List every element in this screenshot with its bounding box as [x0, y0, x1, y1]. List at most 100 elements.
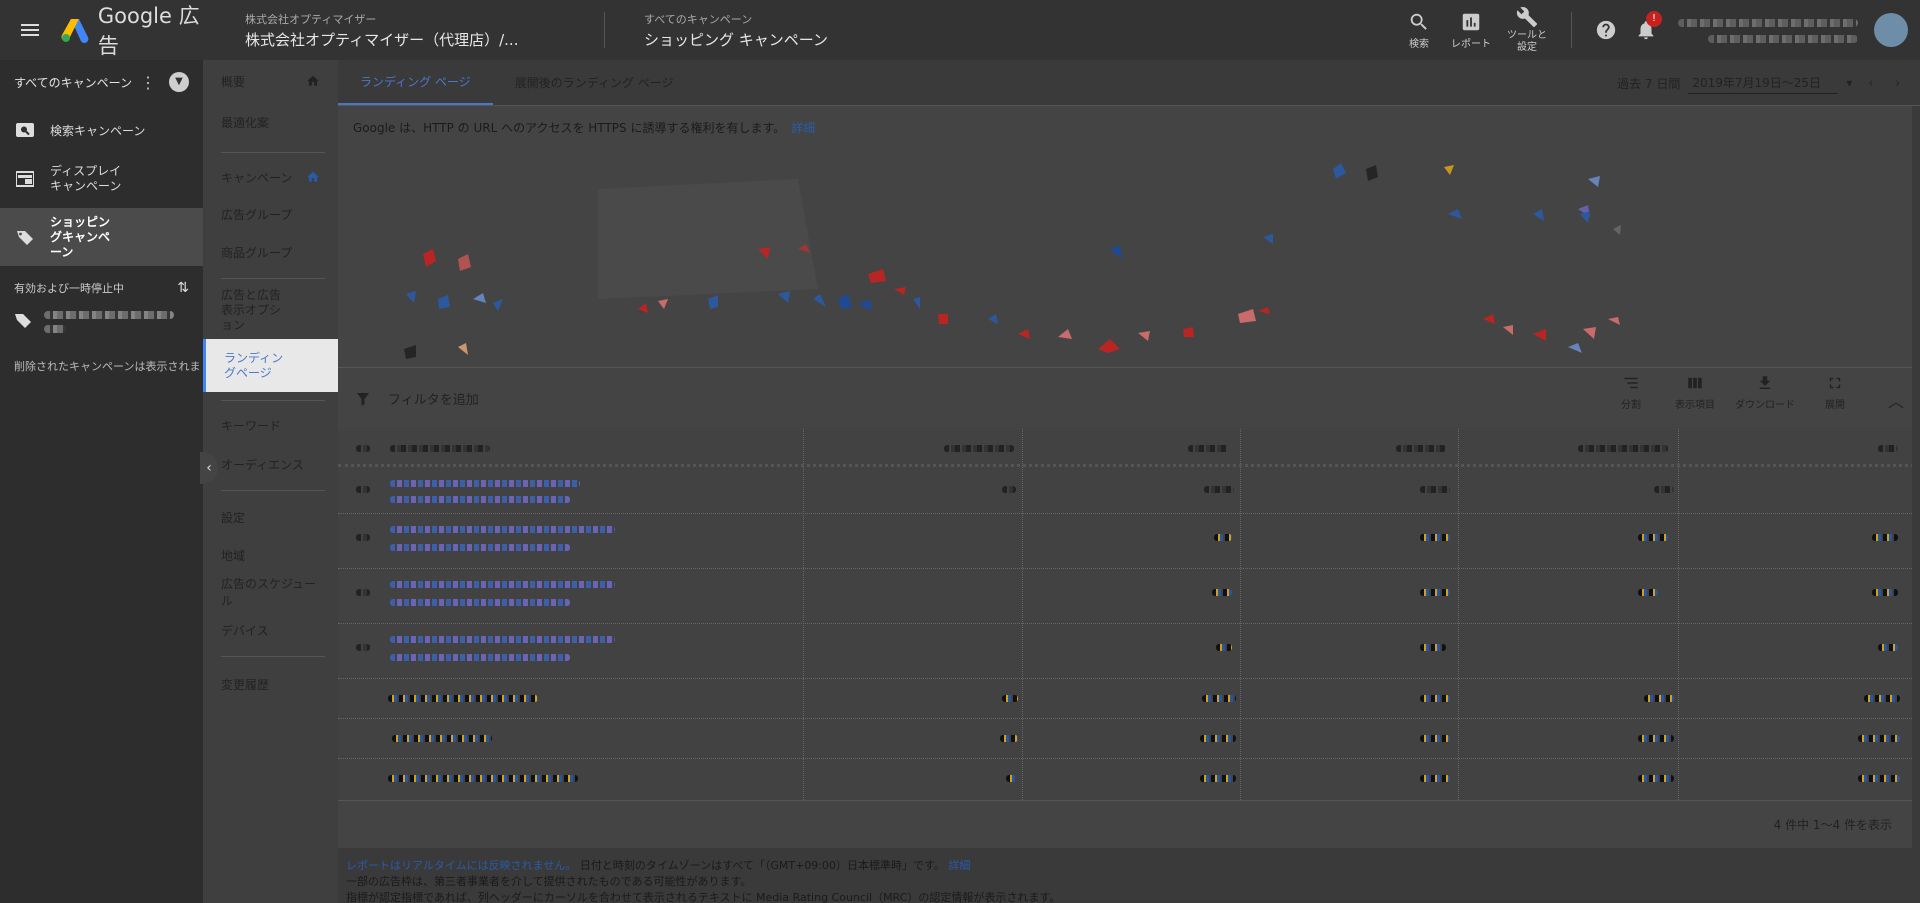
- columns-button[interactable]: 表示項目: [1670, 374, 1720, 411]
- report-button[interactable]: レポート: [1445, 11, 1497, 50]
- tab-expanded-landing-pages[interactable]: 展開後のランディング ページ: [493, 59, 696, 105]
- segment-button[interactable]: 分割: [1606, 374, 1656, 411]
- menu-audiences-label: オーディエンス: [221, 457, 304, 472]
- filter-button[interactable]: [338, 390, 388, 408]
- account-breadcrumb[interactable]: 株式会社オプティマイザー 株式会社オプティマイザー（代理店）/...: [220, 11, 590, 50]
- product-name: Google 広告: [97, 4, 200, 58]
- account-name: 株式会社オプティマイザー（代理店）/...: [245, 30, 519, 49]
- nav-search-campaigns[interactable]: 検索キャンペーン: [0, 110, 203, 150]
- help-icon: [1596, 20, 1616, 40]
- active-paused-section: 有効および一時停止中 ⇅: [0, 266, 203, 302]
- next-period-icon[interactable]: ›: [1895, 76, 1900, 90]
- help-button[interactable]: [1586, 19, 1626, 41]
- landing-page-url-blurred: [390, 496, 570, 503]
- more-options-icon[interactable]: ⋮: [140, 73, 156, 92]
- collapse-chart-icon[interactable]: ︿: [1888, 388, 1904, 412]
- table-row[interactable]: [338, 470, 1920, 514]
- menu-recommendations[interactable]: 最適化案: [203, 102, 338, 142]
- columns-icon: [1688, 377, 1702, 389]
- chevron-down-icon[interactable]: ▼: [169, 72, 189, 92]
- campaign-parent: すべてのキャンペーン: [644, 12, 753, 26]
- search-campaign-icon: [14, 122, 36, 138]
- menu-overview[interactable]: 概要: [203, 60, 338, 102]
- date-range-picker[interactable]: 過去 7 日間 2019年7月19日～25日 ▾ ‹ ›: [1617, 60, 1900, 106]
- cell-blurred: [1638, 534, 1668, 541]
- menu-ads-extensions[interactable]: 広告と広告表示オプション: [203, 288, 338, 332]
- report-footnotes: レポートはリアルタイムには反映されません。 日付と時刻のタイムゾーンはすべて「（…: [338, 848, 1920, 903]
- table-header[interactable]: [338, 429, 1920, 467]
- landing-page-table: [338, 429, 1920, 800]
- menu-divider: [221, 656, 325, 657]
- menu-ad-groups-label: 広告グループ: [221, 207, 293, 222]
- report-icon: [1462, 13, 1480, 30]
- nav-shopping-campaigns[interactable]: ショッピングキャンペーン: [0, 208, 203, 266]
- tools-label: ツールと設定: [1507, 30, 1547, 53]
- tools-settings-button[interactable]: ツールと設定: [1497, 6, 1557, 54]
- header-blurred: [944, 445, 1014, 452]
- menu-keywords[interactable]: キーワード: [203, 405, 338, 445]
- cell-blurred: [1420, 534, 1450, 541]
- notifications-button[interactable]: !: [1626, 11, 1666, 41]
- previous-period-icon[interactable]: ‹: [1868, 76, 1873, 90]
- menu-divider: [221, 400, 325, 401]
- details-link[interactable]: 詳細: [948, 859, 970, 872]
- hamburger-menu-icon[interactable]: [0, 0, 60, 60]
- menu-divider: [221, 278, 325, 279]
- cell-blurred: [356, 486, 370, 493]
- nav-search-label: 検索キャンペーン: [50, 123, 146, 138]
- menu-locations[interactable]: 地域: [203, 535, 338, 575]
- table-row[interactable]: [338, 719, 1920, 759]
- table-row[interactable]: [338, 569, 1920, 624]
- expand-label: 展開: [1825, 400, 1845, 411]
- search-button[interactable]: 検索: [1393, 11, 1445, 50]
- sort-icon[interactable]: ⇅: [177, 280, 189, 296]
- vertical-scrollbar[interactable]: [1912, 106, 1920, 896]
- expand-button[interactable]: 展開: [1810, 374, 1860, 411]
- menu-landing-pages[interactable]: ランディングページ: [203, 339, 338, 392]
- filter-icon: [357, 392, 369, 406]
- account-info-blurred[interactable]: [1678, 15, 1868, 45]
- avatar[interactable]: [1874, 13, 1908, 47]
- removed-campaigns-note: 削除されたキャンペーンは表示されま: [14, 360, 201, 373]
- menu-audiences[interactable]: オーディエンス: [203, 444, 338, 484]
- cell-blurred: [356, 534, 370, 541]
- campaign-breadcrumb[interactable]: すべてのキャンペーン ショッピング キャンペーン: [619, 11, 989, 50]
- menu-settings[interactable]: 設定: [203, 497, 338, 537]
- add-filter-label[interactable]: フィルタを追加: [388, 389, 479, 408]
- google-ads-logo[interactable]: Google 広告: [60, 0, 220, 60]
- cell-blurred: [356, 644, 370, 651]
- table-row[interactable]: [338, 759, 1920, 800]
- header-blurred: [390, 445, 490, 452]
- cell-blurred: [1216, 644, 1232, 651]
- menu-locations-label: 地域: [221, 548, 246, 563]
- cell-blurred: [1638, 735, 1674, 742]
- menu-ad-schedule[interactable]: 広告のスケジュール: [203, 572, 338, 612]
- menu-ads-extensions-label: 広告と広告表示オプション: [221, 287, 282, 332]
- table-row[interactable]: [338, 514, 1920, 569]
- menu-campaigns[interactable]: キャンペーン: [203, 157, 338, 197]
- table-row[interactable]: [338, 624, 1920, 679]
- download-button[interactable]: ダウンロード: [1734, 374, 1796, 411]
- all-campaigns-label: すべてのキャンペーン: [14, 75, 133, 90]
- chevron-down-icon[interactable]: ▾: [1846, 76, 1852, 90]
- cell-blurred: [1858, 775, 1900, 782]
- menu-product-groups-label: 商品グループ: [221, 245, 293, 260]
- cell-blurred: [1638, 775, 1674, 782]
- download-label: ダウンロード: [1735, 400, 1795, 411]
- all-campaigns-header[interactable]: すべてのキャンペーン ⋮ ▼: [0, 60, 203, 104]
- realtime-note-link[interactable]: レポートはリアルタイムには反映されません。: [346, 859, 576, 872]
- tab-landing-pages[interactable]: ランディング ページ: [338, 59, 493, 105]
- timezone-note: 日付と時刻のタイムゾーンはすべて「（GMT+09:00）日本標準時」です。: [579, 859, 945, 872]
- campaign-item[interactable]: [0, 302, 203, 342]
- menu-product-groups[interactable]: 商品グループ: [203, 232, 338, 272]
- table-row[interactable]: [338, 679, 1920, 719]
- shopping-tag-icon: [14, 229, 36, 245]
- cell-blurred: [1006, 775, 1016, 782]
- menu-devices[interactable]: デバイス: [203, 610, 338, 650]
- nav-display-campaigns[interactable]: ディスプレイキャンペーン: [0, 150, 203, 208]
- banner-details-link[interactable]: 詳細: [791, 119, 815, 136]
- account-parent: 株式会社オプティマイザー: [245, 12, 377, 26]
- section-label: 有効および一時停止中: [14, 282, 124, 295]
- menu-ad-groups[interactable]: 広告グループ: [203, 194, 338, 234]
- menu-change-history[interactable]: 変更履歴: [203, 664, 338, 704]
